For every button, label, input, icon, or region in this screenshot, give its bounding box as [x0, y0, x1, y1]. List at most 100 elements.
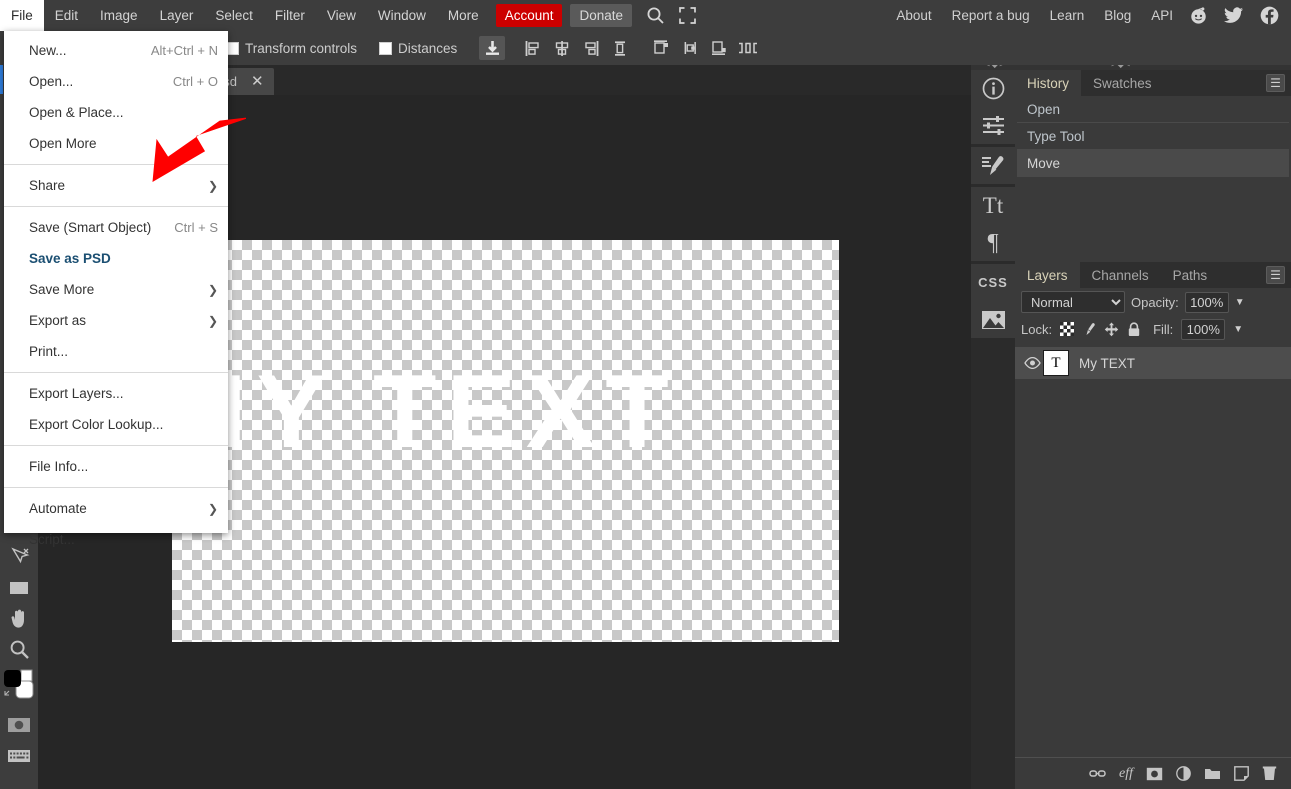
layer-mask-button[interactable] — [1146, 767, 1163, 781]
lock-image-pixels-button[interactable] — [1082, 322, 1096, 336]
menu-select[interactable]: Select — [204, 0, 264, 31]
layer-list: T My TEXT — [1015, 347, 1291, 379]
menu-item-automate[interactable]: Automate ❯ — [4, 493, 228, 524]
menu-item-open[interactable]: Open... Ctrl + O — [4, 66, 228, 97]
brush-settings-icon[interactable] — [971, 147, 1015, 184]
new-group-button[interactable] — [1204, 767, 1221, 780]
menu-item-shortcut: Ctrl + S — [174, 220, 218, 235]
distances-checkbox[interactable]: Distances — [379, 41, 457, 56]
lock-all-button[interactable] — [1127, 322, 1141, 337]
history-item-open[interactable]: Open — [1017, 96, 1289, 123]
link-blog[interactable]: Blog — [1104, 8, 1131, 23]
tab-swatches[interactable]: Swatches — [1081, 70, 1164, 96]
donate-button[interactable]: Donate — [570, 4, 632, 27]
css-icon[interactable]: CSS — [971, 264, 1015, 301]
fullscreen-icon[interactable] — [679, 7, 696, 24]
history-item-move[interactable]: Move — [1017, 150, 1289, 177]
link-report-a-bug[interactable]: Report a bug — [952, 8, 1030, 23]
file-dropdown-menu: New... Alt+Ctrl + N Open... Ctrl + O Ope… — [4, 31, 228, 533]
menu-item-save-more[interactable]: Save More ❯ — [4, 274, 228, 305]
twitter-icon[interactable] — [1224, 6, 1244, 25]
rectangle-tool[interactable] — [0, 572, 38, 603]
zoom-tool[interactable] — [0, 634, 38, 665]
close-icon[interactable]: ✕ — [251, 74, 264, 89]
menu-item-save-smart-object[interactable]: Save (Smart Object) Ctrl + S — [4, 212, 228, 243]
hand-tool[interactable] — [0, 603, 38, 634]
distribute-bottom-edges-button[interactable] — [706, 36, 732, 60]
history-item-type-tool[interactable]: Type Tool — [1017, 123, 1289, 150]
menu-item-label: Automate — [29, 501, 198, 516]
menu-image[interactable]: Image — [89, 0, 149, 31]
fill-dropdown-icon[interactable]: ▼ — [1233, 324, 1243, 335]
menu-item-label: Save (Smart Object) — [29, 220, 160, 235]
distances-label: Distances — [398, 41, 457, 56]
fill-value[interactable]: 100% — [1181, 319, 1225, 340]
menu-view[interactable]: View — [316, 0, 367, 31]
new-layer-button[interactable] — [1234, 766, 1249, 781]
menu-file[interactable]: File — [0, 0, 44, 31]
history-panel: History Swatches ☰ Open Type Tool Move — [1015, 70, 1291, 270]
menu-item-print[interactable]: Print... — [4, 336, 228, 367]
adjustments-icon[interactable] — [971, 107, 1015, 144]
link-about[interactable]: About — [896, 8, 931, 23]
tab-layers[interactable]: Layers — [1015, 262, 1080, 288]
distribute-vertical-centers-button[interactable] — [677, 36, 703, 60]
menu-item-open-and-place[interactable]: Open & Place... — [4, 97, 228, 128]
menu-more[interactable]: More — [437, 0, 490, 31]
paragraph-icon[interactable]: ¶ — [971, 224, 1015, 261]
tab-history[interactable]: History — [1015, 70, 1081, 96]
menu-edit[interactable]: Edit — [44, 0, 89, 31]
menu-item-export-layers[interactable]: Export Layers... — [4, 378, 228, 409]
layer-effects-button[interactable]: eff — [1119, 766, 1133, 782]
keyboard-shortcuts-tool[interactable] — [0, 740, 38, 771]
quick-mask-tool[interactable] — [0, 709, 38, 740]
menu-item-script[interactable]: Script... — [4, 524, 228, 555]
image-icon[interactable] — [971, 301, 1015, 338]
transform-controls-checkbox[interactable]: Transform controls — [226, 41, 357, 56]
reddit-icon[interactable] — [1189, 6, 1208, 25]
menu-window[interactable]: Window — [367, 0, 437, 31]
character-icon[interactable]: Tt — [971, 187, 1015, 224]
distribute-top-edges-button[interactable] — [648, 36, 674, 60]
menu-layer[interactable]: Layer — [149, 0, 205, 31]
hamburger-icon[interactable]: ☰ — [1266, 266, 1285, 284]
tab-channels[interactable]: Channels — [1080, 262, 1161, 288]
menu-item-label: Export Color Lookup... — [29, 417, 218, 432]
align-vertical-centers-button[interactable] — [607, 36, 633, 60]
layer-row[interactable]: T My TEXT — [1015, 347, 1291, 379]
menu-item-share[interactable]: Share ❯ — [4, 170, 228, 201]
document-canvas[interactable]: MY TEXT — [172, 240, 839, 642]
lock-position-button[interactable] — [1104, 322, 1119, 337]
lock-transparent-pixels-button[interactable] — [1060, 322, 1074, 336]
adjustment-layer-button[interactable] — [1176, 766, 1191, 781]
menu-item-export-color-lookup[interactable]: Export Color Lookup... — [4, 409, 228, 440]
facebook-icon[interactable] — [1260, 6, 1279, 25]
blend-mode-select[interactable]: Normal — [1021, 291, 1125, 313]
move-down-button[interactable] — [479, 36, 505, 60]
layer-thumbnail: T — [1043, 350, 1069, 376]
tab-paths[interactable]: Paths — [1161, 262, 1220, 288]
menu-item-save-as-psd[interactable]: Save as PSD — [4, 243, 228, 274]
link-api[interactable]: API — [1151, 8, 1173, 23]
account-button[interactable]: Account — [496, 4, 563, 27]
hamburger-icon[interactable]: ☰ — [1266, 74, 1285, 92]
info-icon[interactable] — [971, 70, 1015, 107]
search-icon[interactable] — [646, 6, 665, 25]
foreground-background-color[interactable] — [0, 665, 38, 709]
align-left-edges-button[interactable] — [520, 36, 546, 60]
menu-item-new[interactable]: New... Alt+Ctrl + N — [4, 35, 228, 66]
link-learn[interactable]: Learn — [1050, 8, 1085, 23]
opacity-dropdown-icon[interactable]: ▼ — [1235, 297, 1245, 308]
menu-item-export-as[interactable]: Export as ❯ — [4, 305, 228, 336]
menu-item-file-info[interactable]: File Info... — [4, 451, 228, 482]
link-layers-button[interactable] — [1089, 768, 1106, 779]
align-right-edges-button[interactable] — [578, 36, 604, 60]
distribute-horizontal-spacing-button[interactable] — [735, 36, 761, 60]
menu-bar-links: About Report a bug Learn Blog API — [876, 6, 1291, 25]
menu-filter[interactable]: Filter — [264, 0, 316, 31]
menu-item-open-more[interactable]: Open More — [4, 128, 228, 159]
opacity-value[interactable]: 100% — [1185, 292, 1229, 313]
delete-layer-button[interactable] — [1262, 766, 1277, 781]
eye-icon[interactable] — [1021, 357, 1043, 369]
align-horizontal-centers-button[interactable] — [549, 36, 575, 60]
